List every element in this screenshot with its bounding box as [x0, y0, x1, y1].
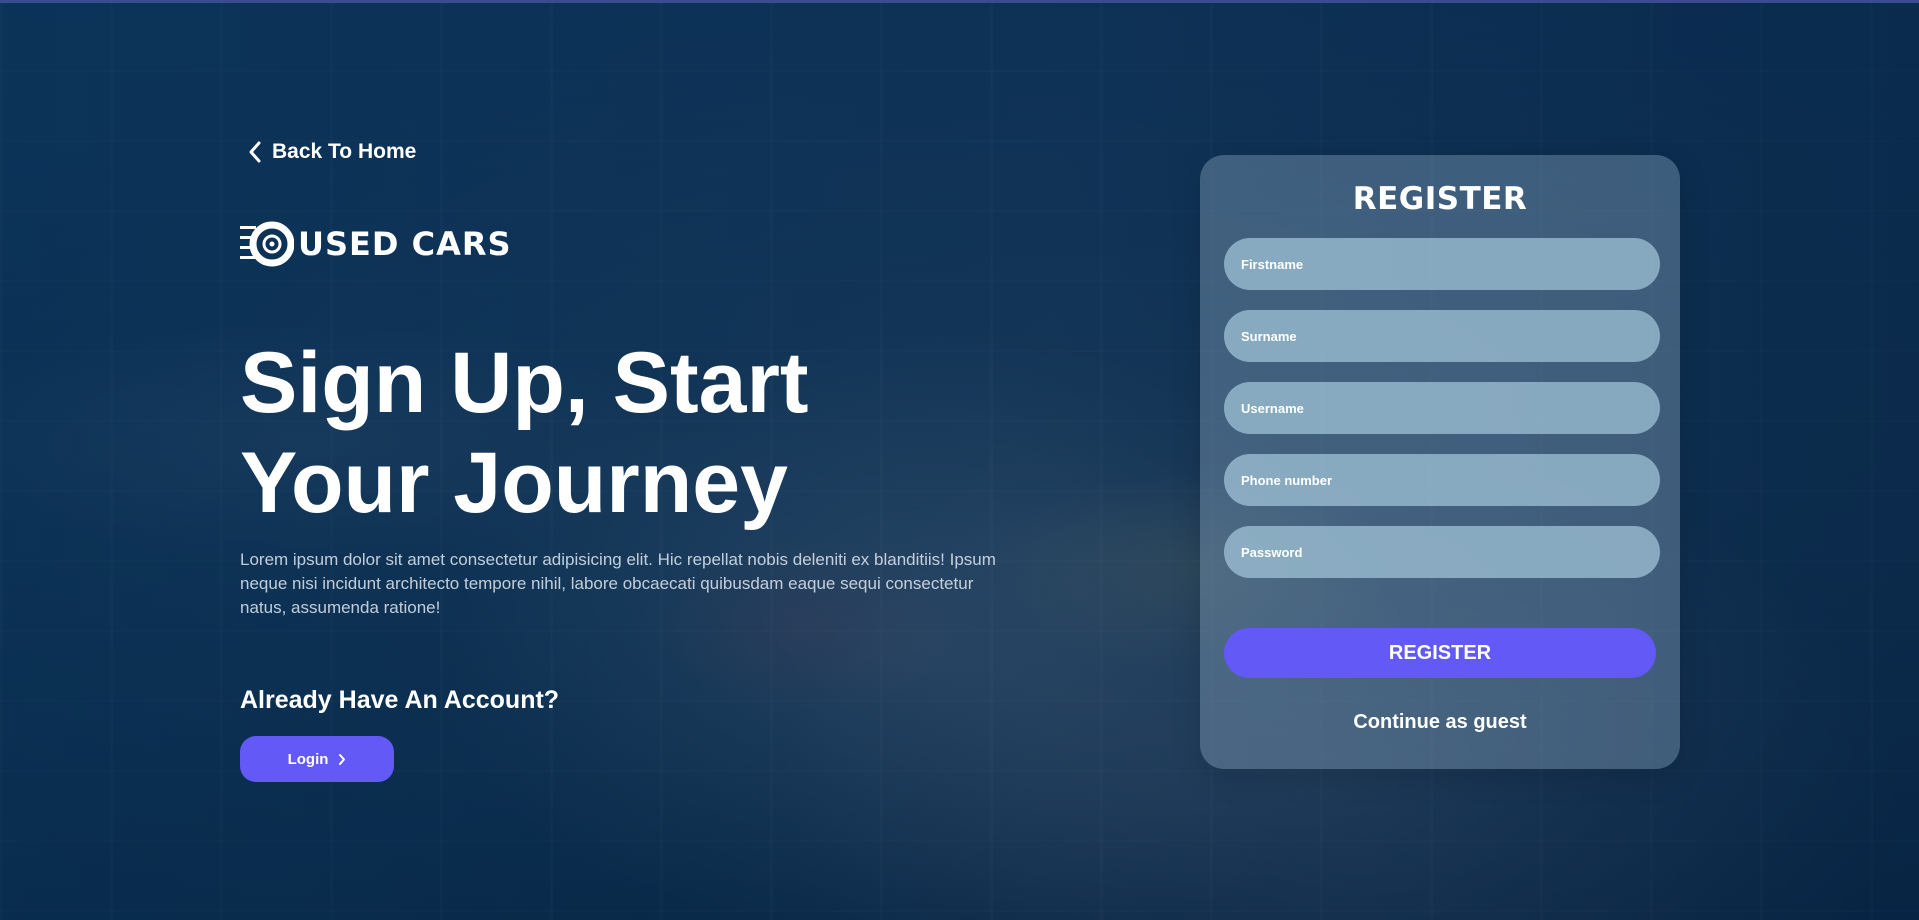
title-line-1: Sign Up, Start [240, 335, 809, 431]
register-page: Back To Home USED CARS Sign Up, Start Yo… [0, 0, 1919, 920]
hero-description: Lorem ipsum dolor sit amet consectetur a… [240, 550, 996, 617]
back-to-home-link[interactable]: Back To Home [248, 140, 416, 164]
firstname-input[interactable] [1224, 238, 1660, 290]
username-input[interactable] [1224, 382, 1660, 434]
register-card: REGISTER REGISTER Continue as guest [1200, 155, 1680, 769]
brand-logo: USED CARS [240, 218, 512, 270]
top-accent-line [0, 0, 1919, 3]
phone-number-input[interactable] [1224, 454, 1660, 506]
continue-as-guest-link[interactable]: Continue as guest [1200, 711, 1680, 734]
logo-text: USED CARS [298, 225, 512, 263]
login-button-label: Login [287, 750, 329, 768]
chevron-right-icon [339, 753, 346, 765]
register-submit-button[interactable]: REGISTER [1224, 628, 1656, 678]
login-button[interactable]: Login [240, 736, 394, 782]
register-title: REGISTER [1352, 181, 1528, 217]
surname-input[interactable] [1224, 310, 1660, 362]
page-title: Sign Up, Start Your Journey [240, 333, 1000, 533]
account-question: Already Have An Account? [240, 686, 560, 714]
back-to-home-label: Back To Home [272, 140, 417, 163]
chevron-left-icon [249, 141, 261, 163]
tire-icon [240, 221, 294, 267]
title-line-2: Your Journey [240, 435, 788, 531]
password-input[interactable] [1224, 526, 1660, 578]
